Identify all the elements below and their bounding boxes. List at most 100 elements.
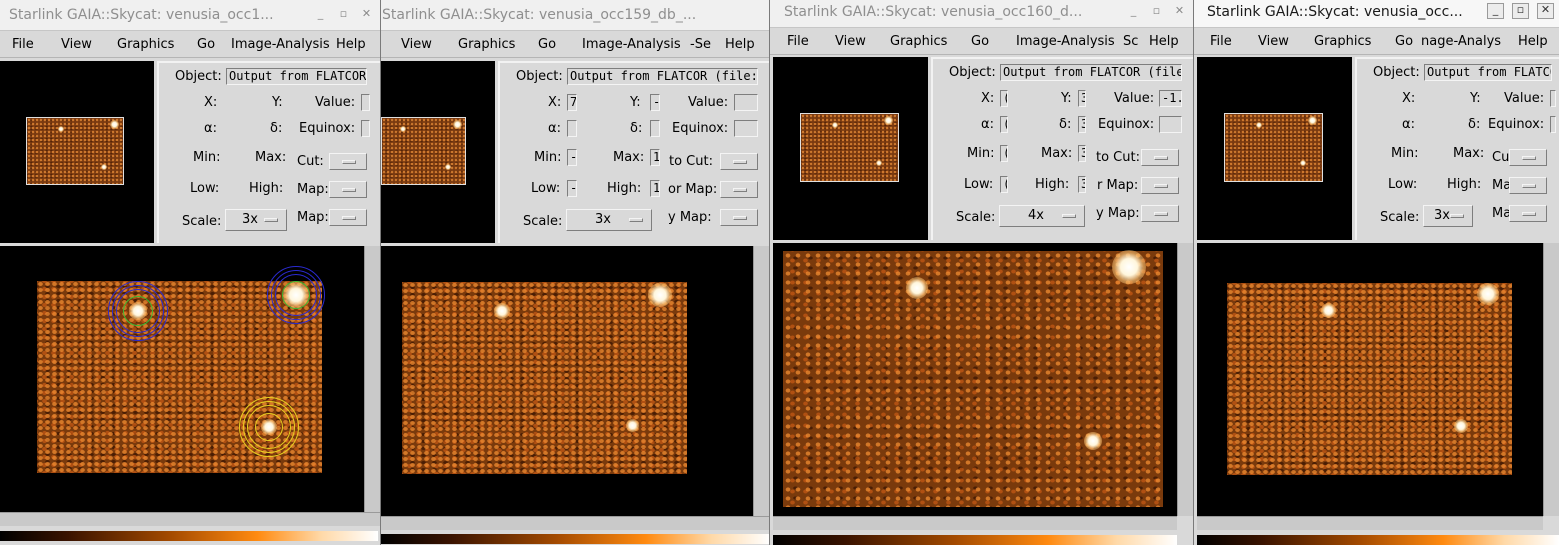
menu-go[interactable]: Go (197, 37, 215, 52)
annulus-ring-outer[interactable] (108, 281, 168, 341)
colormap-menu-button[interactable] (720, 181, 758, 198)
panner-thumbnail[interactable] (1224, 113, 1323, 182)
object-field[interactable]: Output from FLATCOR (file (1000, 64, 1182, 81)
alpha-field[interactable] (567, 120, 577, 137)
vertical-scrollbar[interactable] (364, 246, 380, 512)
cut-menu-button[interactable] (329, 153, 367, 170)
min-field[interactable]: - (567, 149, 577, 166)
equinox-field[interactable] (361, 120, 370, 137)
vertical-scrollbar[interactable] (753, 246, 769, 516)
horizontal-scrollbar[interactable] (773, 516, 1177, 530)
image-data[interactable] (783, 251, 1163, 507)
vertical-scrollbar[interactable] (1177, 243, 1193, 516)
menu-sc[interactable]: Sc (1123, 34, 1138, 49)
equinox-field[interactable] (1159, 116, 1182, 133)
x-field[interactable]: 7 (567, 94, 577, 111)
image-canvas[interactable] (1197, 243, 1543, 516)
menu-help[interactable]: Help (1149, 34, 1179, 49)
value-field[interactable] (734, 94, 758, 111)
menu-go[interactable]: Go (971, 34, 989, 49)
minimize-icon[interactable]: _ (1487, 3, 1504, 19)
scale-menu-button[interactable]: 3x (225, 209, 287, 231)
cut-menu-button[interactable] (1141, 149, 1179, 166)
panner-view[interactable] (1197, 57, 1352, 240)
menu-graphics[interactable]: Graphics (890, 34, 947, 49)
panner-view[interactable] (381, 61, 495, 243)
menu-help[interactable]: Help (725, 37, 755, 52)
object-field[interactable]: Output from FLATCOR (file:v (567, 68, 758, 85)
max-field[interactable]: 1 (650, 149, 660, 166)
value-field[interactable]: -1. (1159, 90, 1182, 107)
skycat-window-4[interactable]: Starlink GAIA::Skycat: venusia_occ... _ … (1194, 0, 1559, 545)
image-data[interactable] (1227, 283, 1512, 475)
colormap-menu-button[interactable] (329, 181, 367, 198)
menu-view[interactable]: View (835, 34, 866, 49)
close-icon[interactable]: ✕ (1172, 4, 1187, 18)
intensity-map-button[interactable] (720, 209, 758, 226)
high-field[interactable]: 3 (1078, 176, 1086, 193)
alpha-field[interactable]: ( (1000, 116, 1008, 133)
skycat-window-3[interactable]: Starlink GAIA::Skycat: venusia_occ160_d.… (770, 0, 1194, 545)
scale-menu-button[interactable]: 3x (1423, 205, 1473, 227)
menu-help[interactable]: Help (336, 37, 366, 52)
skycat-window-1[interactable]: Starlink GAIA::Skycat: venusia_occ1... _… (0, 0, 381, 545)
colormap-menu-button[interactable] (1509, 177, 1547, 194)
image-canvas[interactable] (381, 246, 753, 516)
image-canvas[interactable] (0, 246, 364, 512)
y-field[interactable]: - (650, 94, 660, 111)
title-bar[interactable]: Starlink GAIA::Skycat: venusia_occ159_db… (381, 0, 769, 31)
equinox-field[interactable] (1550, 116, 1556, 133)
close-icon[interactable]: ✕ (359, 7, 374, 21)
menu-file[interactable]: File (1210, 34, 1232, 49)
menu-go[interactable]: Go (538, 37, 556, 52)
panner-view[interactable] (0, 61, 154, 243)
scale-menu-button[interactable]: 4x (999, 205, 1085, 227)
menu-view[interactable]: View (61, 37, 92, 52)
horizontal-scrollbar[interactable] (381, 516, 769, 530)
max-field[interactable]: 3 (1078, 145, 1086, 162)
close-icon[interactable]: ✕ (1537, 3, 1554, 19)
maximize-icon[interactable]: ▫ (1149, 4, 1164, 18)
menu-file[interactable]: File (12, 37, 34, 52)
value-field[interactable] (1550, 90, 1556, 107)
intensity-map-button[interactable] (1141, 205, 1179, 222)
menu-graphics[interactable]: Graphics (117, 37, 174, 52)
menu-view[interactable]: View (1258, 34, 1289, 49)
delta-field[interactable]: 3 (1078, 116, 1086, 133)
low-field[interactable]: ( (1000, 176, 1008, 193)
horizontal-scrollbar[interactable] (1197, 516, 1543, 530)
min-field[interactable]: ( (1000, 145, 1008, 162)
menu-se[interactable]: -Se (690, 37, 711, 52)
menu-graphics[interactable]: Graphics (1314, 34, 1371, 49)
image-canvas[interactable] (773, 243, 1177, 516)
menu-file[interactable]: File (787, 34, 809, 49)
minimize-icon[interactable]: _ (1126, 4, 1141, 18)
annulus-ring-yellow-outer[interactable] (239, 397, 299, 457)
menu-go[interactable]: Go (1395, 34, 1413, 49)
panner-thumbnail[interactable] (26, 117, 124, 185)
menu-image-analysis[interactable]: Image-Analysis (1016, 34, 1115, 49)
object-field[interactable]: Output from FLATCO (1424, 64, 1552, 81)
colormap-menu-button[interactable] (1141, 177, 1179, 194)
menu-view[interactable]: View (401, 37, 432, 52)
cut-menu-button[interactable] (1509, 149, 1547, 166)
panner-view[interactable] (773, 57, 928, 240)
menu-image-analysis[interactable]: nage-Analys (1421, 34, 1501, 49)
title-bar[interactable]: Starlink GAIA::Skycat: venusia_occ1... _… (0, 0, 380, 31)
scale-menu-button[interactable]: 3x (566, 209, 652, 231)
value-field[interactable] (361, 94, 370, 111)
cut-menu-button[interactable] (720, 153, 758, 170)
high-field[interactable]: 1 (650, 180, 660, 197)
y-field[interactable]: 3 (1078, 90, 1086, 107)
intensity-map-button[interactable] (329, 209, 367, 226)
maximize-icon[interactable]: ▫ (336, 7, 351, 21)
panner-thumbnail[interactable] (800, 113, 899, 182)
x-field[interactable]: ( (1000, 90, 1008, 107)
equinox-field[interactable] (734, 120, 758, 137)
panner-thumbnail[interactable] (381, 117, 466, 185)
menu-help[interactable]: Help (1518, 34, 1548, 49)
low-field[interactable]: - (567, 180, 577, 197)
horizontal-scrollbar[interactable] (0, 512, 380, 526)
menu-graphics[interactable]: Graphics (458, 37, 515, 52)
title-bar[interactable]: Starlink GAIA::Skycat: venusia_occ160_d.… (770, 0, 1193, 28)
